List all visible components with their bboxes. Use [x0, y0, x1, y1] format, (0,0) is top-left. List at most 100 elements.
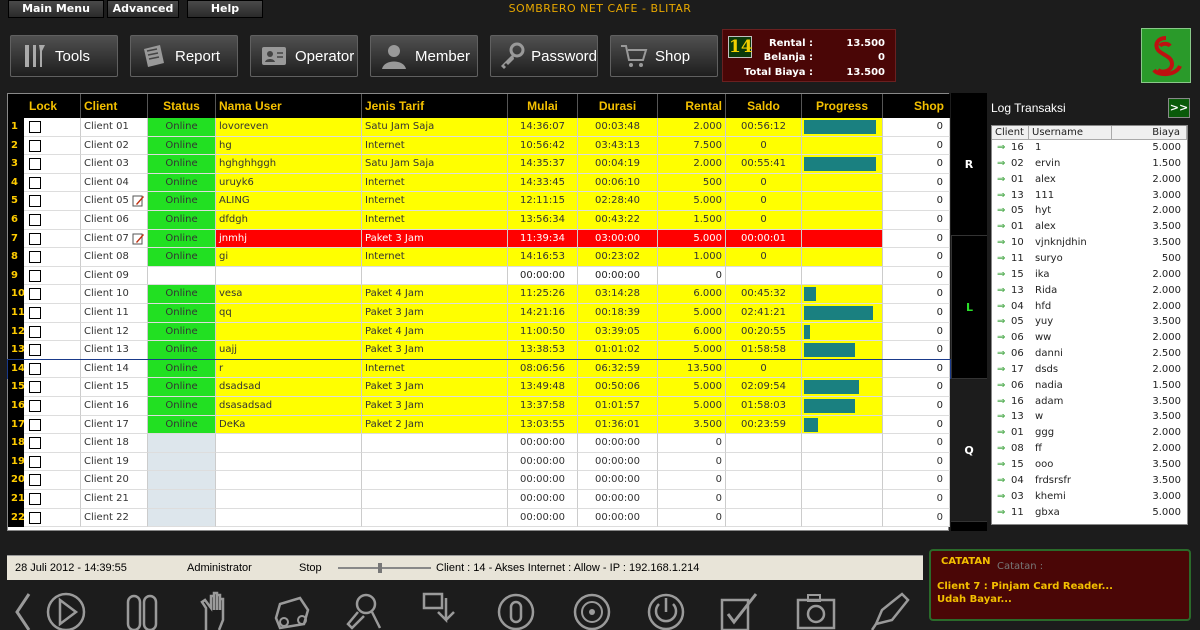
lock-checkbox[interactable]: [29, 474, 41, 487]
car-icon[interactable]: [270, 590, 314, 630]
help-menu-button[interactable]: Help: [187, 0, 263, 18]
table-row[interactable]: 15 Client 15 Online dsadsad Paket 3 Jam 13:49…: [8, 378, 950, 397]
tool-icon[interactable]: [344, 590, 388, 630]
table-row[interactable]: 14 Client 14 Online r Internet 08:06:56 06:32:…: [7, 358, 951, 380]
table-row[interactable]: 18 Client 18 00:00:00 00:00:00 0 0: [8, 434, 950, 453]
col-lock[interactable]: Lock: [24, 94, 81, 118]
log-row[interactable]: ⇒ 13 Rida 2.000: [992, 285, 1187, 301]
log-col-client[interactable]: Client: [992, 126, 1029, 140]
log-row[interactable]: ⇒ 16 1 5.000: [992, 142, 1187, 158]
lock-checkbox[interactable]: [29, 325, 41, 338]
log-row[interactable]: ⇒ 16 adam 3.500: [992, 396, 1187, 412]
table-row[interactable]: 2 Client 02 Online hg Internet 10:56:42 03:43:…: [8, 136, 950, 156]
back-icon[interactable]: [2, 590, 46, 630]
table-row[interactable]: 12 Client 12 Online Paket 4 Jam 11:00:50 03:3…: [8, 322, 950, 342]
col-status[interactable]: Status: [148, 94, 216, 118]
play-icon[interactable]: [44, 590, 88, 630]
col-jenis-tarif[interactable]: Jenis Tarif: [362, 94, 508, 118]
table-row[interactable]: 7 Client 07 Online jnmhj Paket 3 Jam 11:39:34…: [8, 229, 950, 249]
lock-checkbox[interactable]: [29, 511, 41, 524]
col-mulai[interactable]: Mulai: [508, 94, 578, 118]
table-row[interactable]: 3 Client 03 Online hghghhggh Satu Jam Saja 14…: [8, 155, 950, 174]
col-saldo[interactable]: Saldo: [726, 94, 802, 118]
log-col-biaya[interactable]: Biaya: [1112, 126, 1187, 140]
lock-checkbox[interactable]: [29, 307, 41, 319]
lock-checkbox[interactable]: [29, 195, 41, 208]
log-row[interactable]: ⇒ 01 alex 3.500: [992, 221, 1187, 237]
lock-checkbox[interactable]: [29, 176, 41, 189]
log-row[interactable]: ⇒ 11 gbxa 5.000: [992, 507, 1187, 523]
log-row[interactable]: ⇒ 06 danni 2.500: [992, 348, 1187, 364]
download-icon[interactable]: [418, 590, 462, 630]
camera-icon[interactable]: [794, 590, 838, 630]
disc-icon[interactable]: [570, 590, 614, 630]
note-icon[interactable]: [132, 232, 145, 245]
table-row[interactable]: 16 Client 16 Online dsasadsad Paket 3 Jam 13:…: [8, 397, 950, 416]
lock-checkbox[interactable]: [29, 269, 41, 282]
col-progress[interactable]: Progress: [802, 94, 883, 118]
advanced-menu-button[interactable]: Advanced: [107, 0, 179, 18]
table-row[interactable]: 8 Client 08 Online gi Internet 14:16:53 00:23:…: [8, 248, 950, 267]
volume-slider[interactable]: [336, 563, 433, 573]
col-nama-user[interactable]: Nama User: [216, 94, 362, 118]
lock-checkbox[interactable]: [29, 418, 41, 431]
lock-checkbox[interactable]: [29, 455, 41, 468]
hand-icon[interactable]: [196, 590, 240, 630]
lock-checkbox[interactable]: [29, 158, 41, 171]
log-row[interactable]: ⇒ 15 ika 2.000: [992, 269, 1187, 285]
main-menu-button[interactable]: Main Menu: [8, 0, 104, 18]
pause-icon[interactable]: [120, 590, 164, 630]
log-row[interactable]: ⇒ 04 hfd 2.000: [992, 301, 1187, 317]
lock-checkbox[interactable]: [29, 493, 41, 505]
table-row[interactable]: 17 Client 17 Online DeKa Paket 2 Jam 13:03:55…: [8, 415, 950, 435]
lock-checkbox[interactable]: [29, 344, 41, 357]
lock-checkbox[interactable]: [29, 232, 41, 245]
log-row[interactable]: ⇒ 10 vjnknjdhin 3.500: [992, 237, 1187, 253]
status-mode[interactable]: Stop: [299, 562, 322, 574]
pen-icon[interactable]: [868, 590, 912, 630]
table-row[interactable]: 4 Client 04 Online uruyk6 Internet 14:33:45 00…: [8, 173, 950, 193]
note-icon[interactable]: [132, 194, 145, 207]
col-client[interactable]: Client: [81, 94, 148, 118]
tools-button[interactable]: Tools: [10, 35, 118, 77]
lock-checkbox[interactable]: [29, 288, 41, 301]
log-row[interactable]: ⇒ 04 frdsrsfr 3.500: [992, 475, 1187, 491]
log-row[interactable]: ⇒ 13 w 3.500: [992, 411, 1187, 427]
table-row[interactable]: 9 Client 09 00:00:00 00:00:00 0 0: [8, 266, 950, 286]
tab-r[interactable]: R: [951, 93, 987, 236]
log-row[interactable]: ⇒ 11 suryo 500: [992, 253, 1187, 269]
log-row[interactable]: ⇒ 05 yuy 3.500: [992, 316, 1187, 332]
lock-checkbox[interactable]: [29, 437, 41, 450]
log-row[interactable]: ⇒ 17 dsds 2.000: [992, 364, 1187, 380]
col-rental[interactable]: Rental: [658, 94, 726, 118]
table-row[interactable]: 1 Client 01 Online lovoreven Satu Jam Saja 14…: [8, 118, 950, 137]
lock-checkbox[interactable]: [29, 362, 41, 375]
table-row[interactable]: 21 Client 21 00:00:00 00:00:00 0 0: [8, 490, 950, 509]
table-row[interactable]: 5 Client 05 Online ALING Internet 12:11:15 02:…: [8, 192, 950, 211]
table-row[interactable]: 19 Client 19 00:00:00 00:00:00 0 0: [8, 452, 950, 472]
lock-checkbox[interactable]: [29, 400, 41, 412]
lock-checkbox[interactable]: [29, 381, 41, 394]
power-icon[interactable]: [644, 590, 688, 630]
lock-checkbox[interactable]: [29, 121, 41, 133]
log-row[interactable]: ⇒ 01 alex 2.000: [992, 174, 1187, 190]
log-row[interactable]: ⇒ 05 hyt 2.000: [992, 205, 1187, 221]
table-row[interactable]: 20 Client 20 00:00:00 00:00:00 0 0: [8, 471, 950, 490]
pause-circle-icon[interactable]: [494, 590, 538, 630]
lock-checkbox[interactable]: [29, 214, 41, 226]
password-button[interactable]: Password: [490, 35, 598, 77]
table-row[interactable]: 13 Client 13 Online uajj Paket 3 Jam 13:38:53…: [8, 341, 950, 360]
check-icon[interactable]: [718, 590, 762, 630]
tab-l[interactable]: L: [951, 236, 987, 379]
log-expand-button[interactable]: >>: [1168, 98, 1190, 118]
table-row[interactable]: 6 Client 06 Online dfdgh Internet 13:56:34 00:…: [8, 211, 950, 230]
tab-q[interactable]: Q: [951, 379, 987, 522]
table-row[interactable]: 10 Client 10 Online vesa Paket 4 Jam 11:25:26…: [8, 285, 950, 304]
lock-checkbox[interactable]: [29, 139, 41, 152]
log-row[interactable]: ⇒ 03 khemi 3.000: [992, 491, 1187, 507]
table-row[interactable]: 11 Client 11 Online qq Paket 3 Jam 14:21:16 00…: [8, 304, 950, 323]
log-col-username[interactable]: Username: [1029, 126, 1112, 140]
operator-button[interactable]: Operator: [250, 35, 358, 77]
log-row[interactable]: ⇒ 08 ff 2.000: [992, 443, 1187, 459]
shop-button[interactable]: Shop: [610, 35, 718, 77]
